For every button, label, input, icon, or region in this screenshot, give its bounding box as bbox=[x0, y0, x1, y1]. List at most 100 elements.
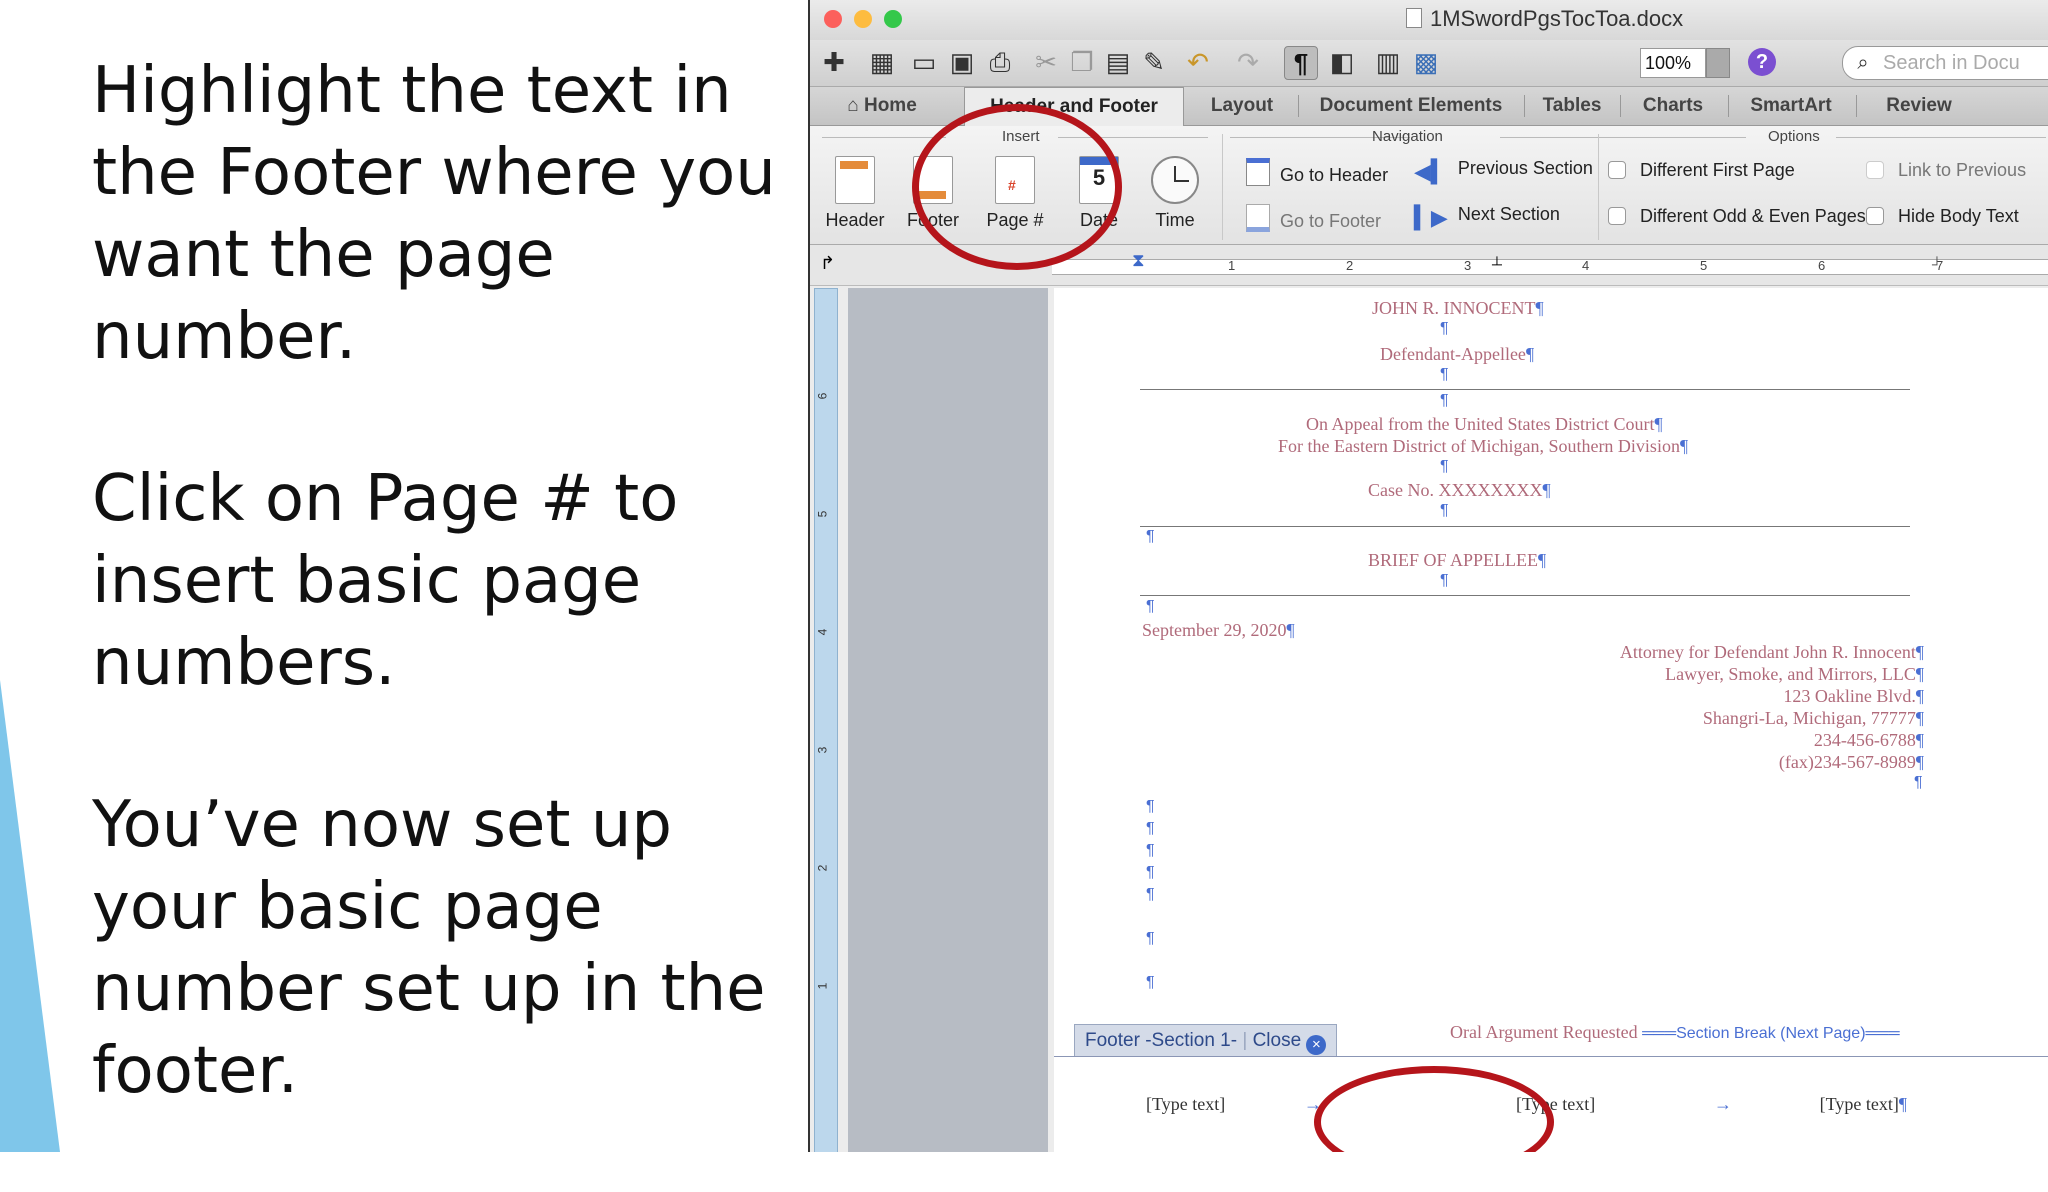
footer-left-text[interactable]: [Type text] bbox=[1146, 1094, 1225, 1115]
pilcrow-mark: ¶ bbox=[1440, 502, 1449, 519]
doc-date: September 29, 2020 bbox=[1142, 620, 1287, 640]
group-separator bbox=[1598, 134, 1599, 240]
doc-brief-line[interactable]: BRIEF OF APPELLEE¶ bbox=[1368, 550, 1546, 571]
copy-icon[interactable]: ❐ bbox=[1066, 46, 1098, 78]
next-section-button[interactable]: ▍▶ Next Section bbox=[1414, 204, 1560, 230]
hide-body-text-option[interactable]: Hide Body Text bbox=[1866, 206, 2019, 227]
pilcrow-mark: ¶ bbox=[1146, 528, 1155, 545]
vertical-ruler-number: 1 bbox=[815, 982, 830, 990]
media-browser-icon[interactable]: ▩ bbox=[1410, 46, 1442, 78]
print-icon[interactable]: ⎙ bbox=[984, 46, 1016, 78]
new-document-icon[interactable]: ✚ bbox=[818, 46, 850, 78]
paste-icon[interactable]: ▤ bbox=[1102, 46, 1134, 78]
different-first-page-checkbox[interactable] bbox=[1608, 161, 1626, 179]
doc-attorney-line-5[interactable]: 234-456-6788¶ bbox=[1814, 730, 1924, 751]
ruler-number: 6 bbox=[1818, 258, 1826, 273]
ruler-number: 3 bbox=[1464, 258, 1472, 273]
tab-tables[interactable]: Tables bbox=[1532, 87, 1612, 125]
pilcrow-mark: ¶ bbox=[1146, 930, 1155, 947]
footer-right-line[interactable]: [Type text]¶ bbox=[1662, 1094, 1907, 1115]
doc-attorney-line-1[interactable]: Attorney for Defendant John R. Innocent¶ bbox=[1620, 642, 1924, 663]
pilcrow-mark: ¶ bbox=[1654, 414, 1663, 434]
undo-icon[interactable]: ↶ bbox=[1182, 46, 1214, 78]
pilcrow-mark: ¶ bbox=[1915, 708, 1924, 728]
doc-case-line[interactable]: Case No. XXXXXXXX¶ bbox=[1368, 480, 1551, 501]
doc-appeal-line-1[interactable]: On Appeal from the United States Distric… bbox=[1306, 414, 1663, 435]
horizontal-rule bbox=[1140, 526, 1910, 527]
doc-appeal-line-2[interactable]: For the Eastern District of Michigan, So… bbox=[1278, 436, 1688, 457]
pilcrow-mark: ¶ bbox=[1440, 572, 1449, 589]
open-icon[interactable]: ▭ bbox=[908, 46, 940, 78]
doc-attorney-line-3[interactable]: 123 Oakline Blvd.¶ bbox=[1783, 686, 1924, 707]
search-field[interactable]: ⌕ Search in Docu bbox=[1842, 46, 2048, 80]
pilcrow-mark: ¶ bbox=[1440, 366, 1449, 383]
minimize-window-button[interactable] bbox=[854, 10, 872, 28]
oral-argument-line[interactable]: Oral Argument Requested ═══Section Break… bbox=[1450, 1022, 1900, 1043]
tab-review[interactable]: Review bbox=[1864, 87, 1974, 125]
pilcrow-mark: ¶ bbox=[1146, 886, 1155, 903]
show-formatting-button[interactable]: ¶ bbox=[1284, 46, 1318, 80]
vertical-ruler-number: 4 bbox=[815, 628, 830, 636]
help-icon[interactable]: ? bbox=[1748, 48, 1776, 76]
previous-section-button[interactable]: ◀▍ Previous Section bbox=[1414, 158, 1593, 184]
redo-icon[interactable]: ↷ bbox=[1232, 46, 1264, 78]
tab-separator bbox=[1856, 95, 1857, 117]
vertical-ruler[interactable]: 6 5 4 3 2 1 bbox=[814, 288, 838, 1152]
tab-smartart[interactable]: SmartArt bbox=[1736, 87, 1846, 125]
cut-icon[interactable]: ✂ bbox=[1030, 46, 1062, 78]
header-button[interactable]: Header bbox=[820, 156, 890, 236]
tab-charts[interactable]: Charts bbox=[1628, 87, 1718, 125]
section-break-text: Section Break (Next Page) bbox=[1676, 1025, 1866, 1042]
doc-party-line[interactable]: Defendant-Appellee¶ bbox=[1380, 344, 1534, 365]
link-to-previous-checkbox[interactable] bbox=[1866, 161, 1884, 179]
group-rule bbox=[1836, 137, 2046, 138]
footer-close-button[interactable]: Close × bbox=[1253, 1030, 1327, 1055]
group-rule bbox=[822, 137, 946, 138]
different-first-page-option[interactable]: Different First Page bbox=[1608, 160, 1795, 181]
save-icon[interactable]: ▣ bbox=[946, 46, 978, 78]
go-to-header-label: Go to Header bbox=[1280, 165, 1389, 185]
indent-marker-icon[interactable]: ⧗ bbox=[1132, 250, 1145, 271]
doc-attorney-line-2[interactable]: Lawyer, Smoke, and Mirrors, LLC¶ bbox=[1665, 664, 1924, 685]
instruction-3: You’ve now set up your basic page number… bbox=[92, 788, 766, 1108]
ruler-number: 4 bbox=[1582, 258, 1590, 273]
gallery-icon[interactable]: ▥ bbox=[1372, 46, 1404, 78]
go-to-footer-button[interactable]: Go to Footer bbox=[1246, 204, 1381, 232]
doc-attorney-2: Lawyer, Smoke, and Mirrors, LLC bbox=[1665, 664, 1916, 684]
hide-body-text-checkbox[interactable] bbox=[1866, 207, 1884, 225]
zoom-window-button[interactable] bbox=[884, 10, 902, 28]
doc-attorney-line-6[interactable]: (fax)234-567-8989¶ bbox=[1779, 752, 1924, 773]
format-painter-icon[interactable]: ✎ bbox=[1138, 46, 1170, 78]
slide-panel: Highlight the text in the Footer where y… bbox=[0, 0, 808, 1152]
doc-attorney-line-4[interactable]: Shangri-La, Michigan, 77777¶ bbox=[1703, 708, 1924, 729]
horizontal-rule bbox=[1140, 389, 1910, 390]
right-tab-icon[interactable]: ┘ bbox=[1932, 256, 1942, 272]
link-to-previous-option[interactable]: Link to Previous bbox=[1866, 160, 2026, 181]
doc-name-line[interactable]: JOHN R. INNOCENT¶ bbox=[1372, 298, 1544, 319]
header-icon bbox=[835, 156, 875, 204]
time-button[interactable]: Time bbox=[1140, 156, 1210, 236]
different-odd-even-checkbox[interactable] bbox=[1608, 207, 1626, 225]
zoom-field[interactable]: 100% bbox=[1640, 48, 1706, 78]
document-page[interactable]: JOHN R. INNOCENT¶ ¶ Defendant-Appellee¶ … bbox=[1054, 288, 2048, 1152]
go-to-header-button[interactable]: Go to Header bbox=[1246, 158, 1388, 186]
page-margin-area bbox=[848, 288, 1048, 1152]
tab-stop-selector-icon[interactable]: ↱ bbox=[820, 253, 835, 274]
go-to-footer-icon bbox=[1246, 204, 1270, 232]
tab-document-elements[interactable]: Document Elements bbox=[1306, 87, 1516, 125]
tab-home[interactable]: ⌂ Home bbox=[832, 87, 932, 125]
close-window-button[interactable] bbox=[824, 10, 842, 28]
window-title: 1MSwordPgsTocToa.docx bbox=[1406, 6, 1683, 32]
doc-case-no: Case No. XXXXXXXX bbox=[1368, 480, 1543, 500]
doc-party: Defendant-Appellee bbox=[1380, 344, 1526, 364]
zoom-dropdown-button[interactable] bbox=[1706, 48, 1730, 78]
pilcrow-mark: ¶ bbox=[1538, 550, 1547, 570]
doc-date-line[interactable]: September 29, 2020¶ bbox=[1142, 620, 1295, 641]
templates-icon[interactable]: ▦ bbox=[866, 46, 898, 78]
footer-section-tab: Footer -Section 1- | Close × bbox=[1074, 1024, 1338, 1057]
sidebar-view-icon[interactable]: ◧ bbox=[1326, 46, 1358, 78]
pilcrow-mark: ¶ bbox=[1440, 392, 1449, 409]
center-tab-icon[interactable]: ┴ bbox=[1492, 256, 1502, 272]
different-odd-even-option[interactable]: Different Odd & Even Pages bbox=[1608, 206, 1866, 227]
tab-layout[interactable]: Layout bbox=[1192, 87, 1292, 125]
